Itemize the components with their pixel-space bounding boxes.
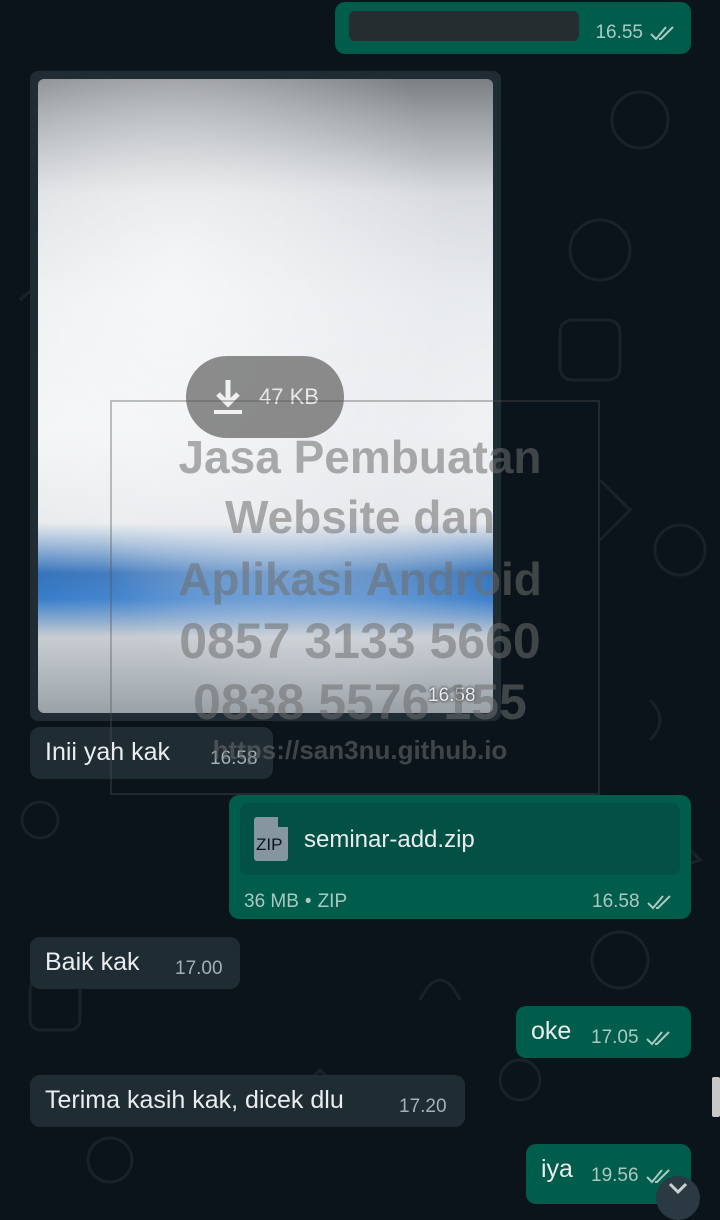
message-text: oke	[531, 1017, 572, 1045]
chevron-down-icon	[668, 1182, 688, 1194]
incoming-message[interactable]: Baik kak 17.00	[30, 937, 240, 989]
scroll-to-bottom-button[interactable]	[656, 1176, 700, 1220]
file-name: seminar-add.zip	[304, 826, 475, 853]
watermark-line: Jasa Pembuatan	[178, 431, 542, 483]
message-text: Baik kak	[45, 948, 140, 976]
file-separator: •	[304, 891, 312, 912]
file-attachment-card[interactable]: ZIP seminar-add.zip	[240, 803, 680, 875]
message-time: 17.05	[591, 1027, 639, 1048]
message-meta: 17.05	[591, 1027, 673, 1049]
message-meta: 16.55	[595, 22, 677, 44]
watermark-line: Website dan	[224, 491, 496, 543]
message-time: 17.20	[399, 1096, 447, 1117]
redacted-text-block	[349, 11, 579, 41]
file-size: 36 MB	[244, 891, 299, 912]
file-type: ZIP	[317, 891, 348, 912]
watermark-line: Aplikasi Android	[178, 553, 542, 605]
message-text: Terima kasih kak, dicek dlu	[45, 1086, 344, 1114]
zip-file-icon: ZIP	[254, 817, 288, 861]
outgoing-message[interactable]: oke 17.05	[516, 1006, 691, 1058]
message-time: 16.58	[592, 891, 640, 912]
file-info: 36 MB • ZIP	[244, 891, 347, 913]
zip-file-icon-label: ZIP	[256, 835, 283, 854]
message-text: iya	[541, 1155, 573, 1183]
message-time: 16.55	[595, 22, 643, 43]
outgoing-message-redacted[interactable]: 16.55	[335, 2, 691, 54]
watermark-line: 0857 3133 5660	[179, 613, 541, 669]
message-time: 19.56	[591, 1165, 639, 1186]
double-check-icon	[650, 26, 674, 41]
incoming-message[interactable]: Terima kasih kak, dicek dlu 17.20	[30, 1075, 465, 1127]
watermark-line: https://san3nu.github.io	[212, 735, 508, 765]
message-time: 17.00	[175, 958, 223, 979]
scrollbar-thumb[interactable]	[712, 1077, 720, 1117]
double-check-icon	[646, 895, 671, 910]
message-meta: 16.58	[592, 891, 674, 913]
double-check-icon	[645, 1031, 670, 1046]
watermark-line: 0838 5576 155	[193, 674, 527, 730]
